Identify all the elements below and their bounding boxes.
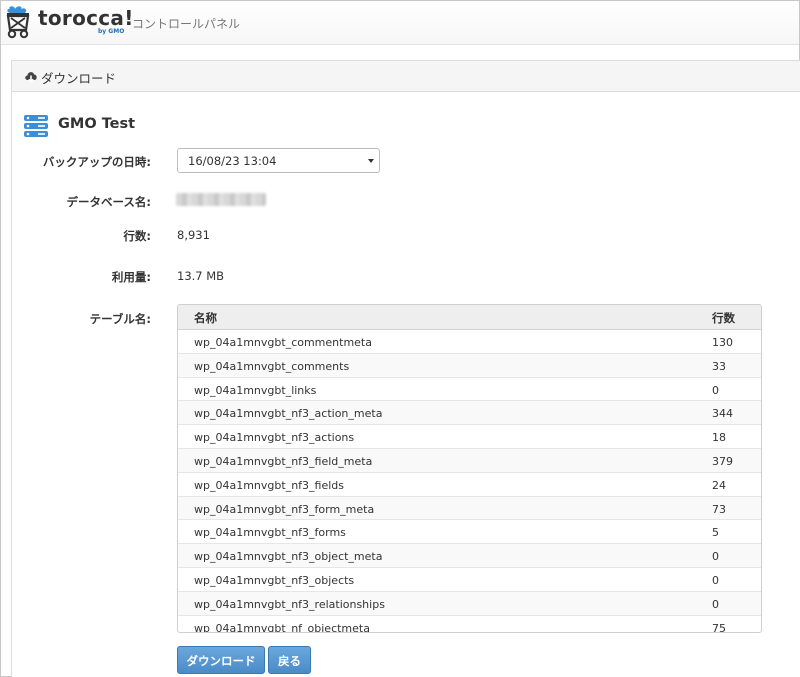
table-cell-name: wp_04a1mnvgbt_links [194,383,317,397]
table-header: 名称 行数 [178,305,761,330]
table-row: wp_04a1mnvgbt_links 0 [178,378,761,402]
database-icon [24,115,48,137]
usage-label: 利用量: [111,270,151,284]
table-cell-count: 130 [712,336,733,349]
tables-label: テーブル名: [89,312,151,326]
table-row: wp_04a1mnvgbt_commentmeta 130 [178,330,761,354]
table-cell-count: 379 [712,454,733,468]
table-row: wp_04a1mnvgbt_nf3_objects 0 [178,568,761,592]
table-cell-name: wp_04a1mnvgbt_nf3_objects [194,573,355,587]
back-button[interactable]: 戻る [268,646,311,674]
download-button[interactable]: ダウンロード [177,646,265,674]
logo-wordmark[interactable]: torocca! [38,6,134,30]
backup-date-value: 16/08/23 13:04 [188,154,277,168]
table-cell-count: 75 [712,621,726,633]
table-row: wp_04a1mnvgbt_nf3_action_meta 344 [178,401,761,426]
table-row: wp_04a1mnvgbt_nf3_object_meta 0 [178,544,761,568]
table-cell-name: wp_04a1mnvgbt_nf3_relationships [194,597,385,611]
table-row: wp_04a1mnvgbt_nf3_forms 5 [178,520,761,545]
table-cell-count: 0 [712,597,719,611]
table-row: wp_04a1mnvgbt_nf_objectmeta 75 [178,616,761,633]
table-row: wp_04a1mnvgbt_nf3_fields 24 [178,473,761,497]
table-cell-name: wp_04a1mnvgbt_nf3_action_meta [194,407,383,421]
table-row: wp_04a1mnvgbt_nf3_field_meta 379 [178,448,761,473]
mine-cart-icon [6,6,30,39]
backup-date-select[interactable]: 16/08/23 13:04 [177,148,380,173]
table-cell-name: wp_04a1mnvgbt_nf3_fields [194,478,344,492]
backup-date-label: バックアップの日時: [42,155,151,169]
usage-value: 13.7 MB [177,269,225,283]
table-cell-count: 344 [712,407,733,421]
panel-heading: ダウンロード [12,61,800,92]
rows-value: 8,931 [177,228,210,242]
table-body: wp_04a1mnvgbt_commentmeta 130 wp_04a1mnvg… [178,330,761,633]
table-cell-count: 0 [712,383,719,397]
table-cell-count: 0 [712,550,719,564]
top-bar: torocca! by GMO コントロールパネル [1,1,799,45]
table-cell-name: wp_04a1mnvgbt_commentmeta [194,336,372,349]
table-cell-name: wp_04a1mnvgbt_nf3_field_meta [194,454,373,468]
table-row: wp_04a1mnvgbt_nf3_relationships 0 [178,591,761,616]
site-name: GMO Test [58,116,136,132]
panel-title: ダウンロード [41,71,117,86]
db-name-redacted [176,193,266,206]
db-name-label: データベース名: [66,195,151,209]
table-cell-count: 73 [712,502,726,516]
logo-gmo-badge: by GMO [98,28,125,35]
table-cell-name: wp_04a1mnvgbt_nf3_form_meta [194,502,375,516]
table-row: wp_04a1mnvgbt_comments 33 [178,353,761,378]
table-cell-count: 33 [712,359,726,373]
column-header-name: 名称 [194,311,217,325]
tables-table[interactable]: 名称 行数 wp_04a1mnvgbt_commentmeta 130 wp_04… [177,304,762,633]
table-cell-name: wp_04a1mnvgbt_comments [194,359,350,373]
cloud-download-icon [25,72,37,83]
caret-down-icon [368,159,374,163]
column-header-count: 行数 [712,311,735,325]
header-title: コントロールパネル [132,17,241,31]
table-cell-name: wp_04a1mnvgbt_nf3_actions [194,431,355,445]
table-cell-name: wp_04a1mnvgbt_nf3_object_meta [194,550,383,564]
table-cell-name: wp_04a1mnvgbt_nf3_forms [194,526,346,540]
table-cell-count: 24 [712,478,726,492]
table-row: wp_04a1mnvgbt_nf3_form_meta 73 [178,496,761,521]
table-cell-count: 18 [712,431,726,445]
table-cell-count: 5 [712,526,719,540]
table-cell-count: 0 [712,573,719,587]
window-frame: torocca! by GMO コントロールパネル ダウンロード GMO Tes… [0,0,800,677]
table-cell-name: wp_04a1mnvgbt_nf_objectmeta [194,621,370,633]
table-row: wp_04a1mnvgbt_nf3_actions 18 [178,425,761,449]
rows-label: 行数: [123,229,151,243]
